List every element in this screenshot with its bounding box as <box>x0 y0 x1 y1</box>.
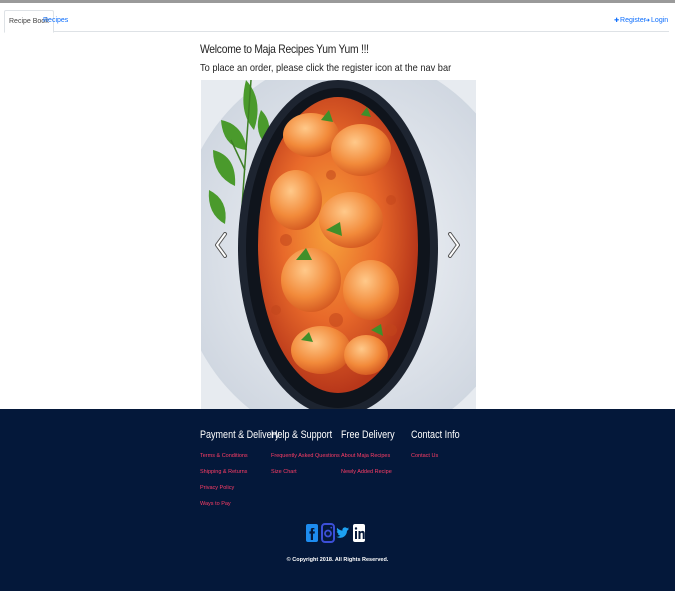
top-border <box>0 0 675 3</box>
linkedin-icon[interactable] <box>352 523 366 548</box>
sign-in-icon: ➜ <box>645 18 651 24</box>
facebook-icon[interactable] <box>305 523 319 548</box>
footer-link-new-recipe[interactable]: Newly Added Recipe <box>341 469 406 475</box>
footer-heading: Free Delivery <box>341 429 395 441</box>
chevron-left-icon <box>215 232 227 258</box>
chevron-right-icon <box>448 232 460 258</box>
user-plus-icon: ✚ <box>614 18 620 24</box>
footer-link-size-chart[interactable]: Size Chart <box>271 469 346 475</box>
footer-link-privacy[interactable]: Privacy Policy <box>200 485 297 491</box>
site-footer: Payment & Delivery Terms & Conditions Sh… <box>0 409 675 591</box>
register-label: Register <box>620 17 647 24</box>
register-link[interactable]: ✚Register <box>614 10 646 33</box>
footer-heading: Help & Support <box>271 429 333 441</box>
twitter-icon[interactable] <box>336 523 350 548</box>
welcome-heading: Welcome to Maja Recipes Yum Yum !!! <box>200 42 369 56</box>
footer-link-contact-us[interactable]: Contact Us <box>411 453 470 459</box>
carousel-prev-button[interactable] <box>214 232 228 258</box>
footer-link-about[interactable]: About Maja Recipes <box>341 453 406 459</box>
carousel-next-button[interactable] <box>447 232 461 258</box>
footer-column-delivery: Free Delivery About Maja Recipes Newly A… <box>341 429 406 485</box>
nav-bar: Recipe Book Recipes ✚Register ➜Login <box>4 10 669 33</box>
footer-column-help: Help & Support Frequently Asked Question… <box>271 429 346 485</box>
order-instruction: To place an order, please click the regi… <box>200 62 452 74</box>
login-link[interactable]: ➜Login <box>645 10 668 33</box>
curry-dish-photo <box>201 80 476 410</box>
footer-column-contact: Contact Info Contact Us <box>411 429 470 469</box>
footer-heading: Payment & Delivery <box>200 429 280 441</box>
tab-recipes[interactable]: Recipes <box>39 10 72 33</box>
login-label: Login <box>651 17 669 24</box>
copyright-text: © Copyright 2018. All Rights Reserved. <box>286 557 389 563</box>
footer-heading: Contact Info <box>411 429 460 441</box>
recipe-carousel[interactable] <box>201 80 476 410</box>
footer-link-ways-to-pay[interactable]: Ways to Pay <box>200 501 297 507</box>
footer-link-faq[interactable]: Frequently Asked Questions <box>271 453 346 459</box>
instagram-icon[interactable] <box>321 523 335 548</box>
